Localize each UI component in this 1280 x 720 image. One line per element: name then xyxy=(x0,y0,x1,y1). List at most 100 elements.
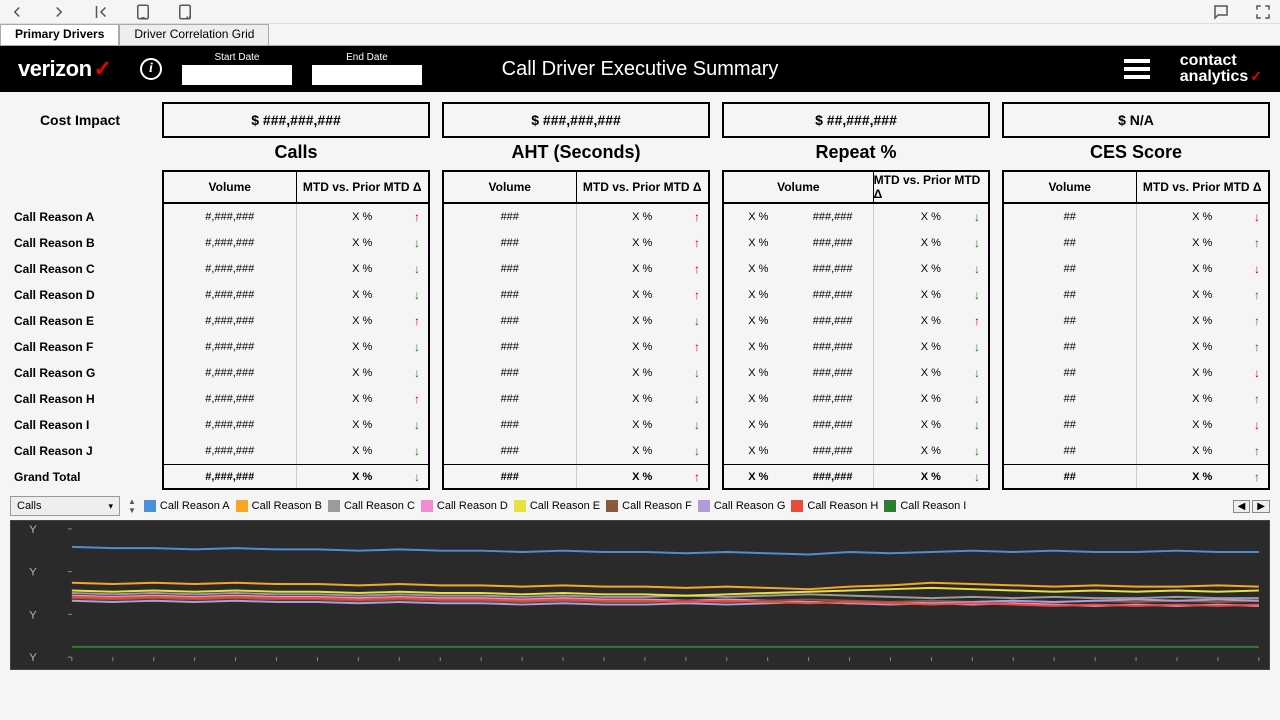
chart-metric-dropdown[interactable]: Calls xyxy=(10,496,120,516)
chart-legend: Call Reason A Call Reason B Call Reason C C… xyxy=(144,500,1270,513)
legend-item[interactable]: Call Reason C xyxy=(328,500,415,512)
table-row: ###X %↑ xyxy=(442,204,710,230)
arrow-up-icon: ↑ xyxy=(1254,314,1260,328)
cell-volume: ### xyxy=(444,230,577,256)
cell-volume: ### xyxy=(444,256,577,282)
row-label: Call Reason I xyxy=(10,412,150,438)
table-row: ###X %↓ xyxy=(442,308,710,334)
cell-delta: X %↑ xyxy=(577,204,709,230)
fullscreen-icon[interactable] xyxy=(1254,3,1272,21)
arrow-down-icon: ↓ xyxy=(414,470,420,484)
cell-delta: X %↑ xyxy=(577,256,709,282)
cell-volume: #,###,### xyxy=(164,230,297,256)
refresh-icon[interactable] xyxy=(134,3,152,21)
arrow-down-icon: ↓ xyxy=(414,262,420,276)
row-label: Call Reason D xyxy=(10,282,150,308)
page-title: Call Driver Executive Summary xyxy=(502,58,779,81)
legend-label: Call Reason D xyxy=(437,500,508,512)
table-row: ###X %↑ xyxy=(442,282,710,308)
legend-item[interactable]: Call Reason E xyxy=(514,500,600,512)
arrow-up-icon: ↑ xyxy=(414,392,420,406)
cell-volume: ## xyxy=(1004,204,1137,230)
back-icon[interactable] xyxy=(8,3,26,21)
end-date-input[interactable] xyxy=(312,65,422,85)
legend-item[interactable]: Call Reason A xyxy=(144,500,230,512)
arrow-up-icon: ↑ xyxy=(1254,444,1260,458)
table-row: X %###,###X %↓ xyxy=(722,386,990,412)
table-row: X %###,###X %↓ xyxy=(722,256,990,282)
table-row: ##X %↓ xyxy=(1002,412,1270,438)
legend-item[interactable]: Call Reason G xyxy=(698,500,786,512)
legend-item[interactable]: Call Reason B xyxy=(236,500,322,512)
metric-ces: CES Score VolumeMTD vs. Prior MTD Δ ##X … xyxy=(1002,142,1270,490)
forward-icon[interactable] xyxy=(50,3,68,21)
arrow-down-icon: ↓ xyxy=(694,418,700,432)
col-volume: Volume xyxy=(724,172,874,202)
cell-delta: X %↑ xyxy=(1137,308,1269,334)
table-row: X %###,###X %↓ xyxy=(722,282,990,308)
table-row: ##X %↑ xyxy=(1002,334,1270,360)
contact-analytics-logo: contact analytics✓ xyxy=(1180,53,1262,85)
cell-pct: X % xyxy=(724,438,793,464)
legend-next-icon[interactable]: ▶ xyxy=(1252,500,1270,513)
legend-label: Call Reason C xyxy=(344,500,415,512)
cell-delta: X %↓ xyxy=(297,360,429,386)
cell-volume: ## xyxy=(1004,282,1137,308)
metric-calls: Calls VolumeMTD vs. Prior MTD Δ #,###,##… xyxy=(162,142,430,490)
cell-volume: #,###,### xyxy=(164,465,297,488)
legend-item[interactable]: Call Reason I xyxy=(884,500,966,512)
legend-item[interactable]: Call Reason H xyxy=(791,500,878,512)
pause-refresh-icon[interactable] xyxy=(176,3,194,21)
chart-spinner[interactable]: ▲▼ xyxy=(128,497,136,515)
cell-delta: X %↓ xyxy=(297,256,429,282)
cell-volume: ## xyxy=(1004,412,1137,438)
arrow-down-icon: ↓ xyxy=(414,444,420,458)
row-label: Call Reason G xyxy=(10,360,150,386)
info-icon[interactable]: i xyxy=(140,58,162,80)
svg-text:Y: Y xyxy=(29,567,37,579)
table-row: ###X %↓ xyxy=(442,386,710,412)
legend-prev-icon[interactable]: ◀ xyxy=(1233,500,1251,513)
arrow-down-icon: ↓ xyxy=(414,366,420,380)
table-row: X %###,###X %↓ xyxy=(722,412,990,438)
tab-primary-drivers[interactable]: Primary Drivers xyxy=(0,24,119,45)
arrow-up-icon: ↑ xyxy=(694,288,700,302)
cell-delta: X %↓ xyxy=(297,438,429,464)
col-volume: Volume xyxy=(164,172,297,202)
legend-item[interactable]: Call Reason D xyxy=(421,500,508,512)
cell-count: ###,### xyxy=(793,360,874,386)
comment-icon[interactable] xyxy=(1212,3,1230,21)
legend-item[interactable]: Call Reason F xyxy=(606,500,692,512)
tab-correlation-grid[interactable]: Driver Correlation Grid xyxy=(119,24,269,45)
cell-count: ###,### xyxy=(793,334,874,360)
cell-count: ###,### xyxy=(793,412,874,438)
cell-delta: X %↓ xyxy=(577,360,709,386)
cell-delta: X %↓ xyxy=(874,204,988,230)
cell-volume: ### xyxy=(444,465,577,488)
cell-delta: X %↑ xyxy=(577,230,709,256)
legend-label: Call Reason G xyxy=(714,500,786,512)
arrow-up-icon: ↑ xyxy=(694,340,700,354)
grand-total-label: Grand Total xyxy=(10,464,150,490)
menu-icon[interactable] xyxy=(1124,55,1150,83)
arrow-down-icon: ↓ xyxy=(974,444,980,458)
svg-text:Y: Y xyxy=(29,652,37,664)
col-volume: Volume xyxy=(444,172,577,202)
cell-volume: ## xyxy=(1004,360,1137,386)
first-page-icon[interactable] xyxy=(92,3,110,21)
cell-delta: X %↓ xyxy=(874,438,988,464)
cell-volume: #,###,### xyxy=(164,308,297,334)
cell-delta: X %↓ xyxy=(577,308,709,334)
cost-box-4: $ N/A xyxy=(1002,102,1270,138)
arrow-up-icon: ↑ xyxy=(694,236,700,250)
legend-swatch-icon xyxy=(698,500,710,512)
arrow-down-icon: ↓ xyxy=(694,366,700,380)
cell-volume: ### xyxy=(444,386,577,412)
row-label: Call Reason E xyxy=(10,308,150,334)
row-label: Call Reason B xyxy=(10,230,150,256)
start-date-input[interactable] xyxy=(182,65,292,85)
cell-delta: X %↓ xyxy=(297,465,429,488)
table-row: ###X %↓ xyxy=(442,360,710,386)
cell-pct: X % xyxy=(724,334,793,360)
row-label: Call Reason F xyxy=(10,334,150,360)
